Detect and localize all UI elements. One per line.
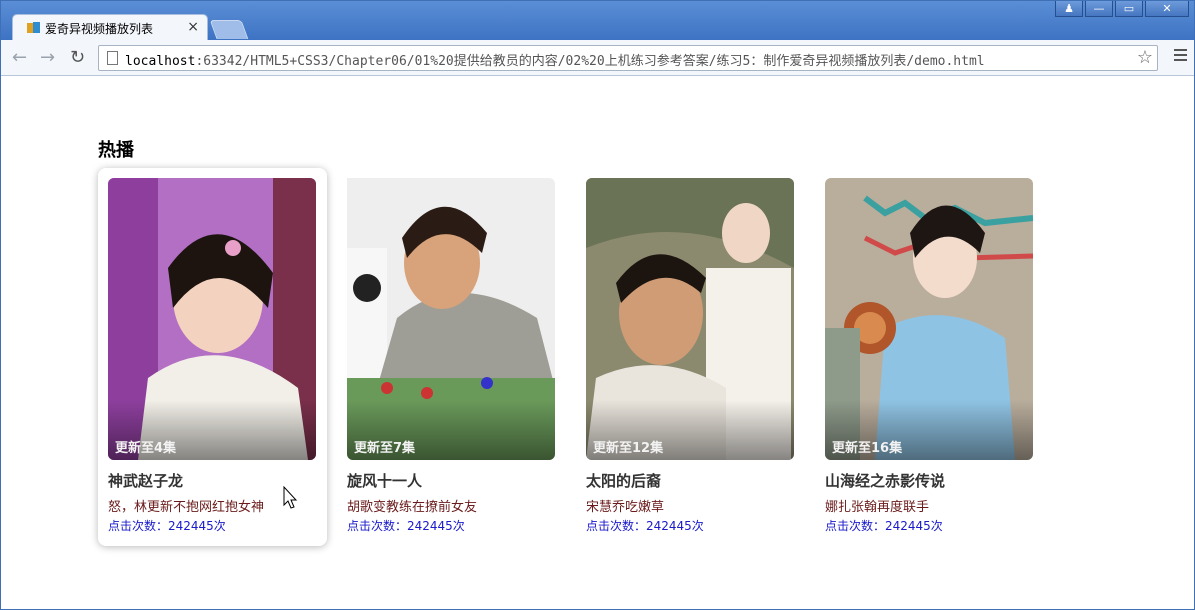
video-card[interactable]: 更新至16集 山海经之赤影传说 娜扎张翰再度联手 点击次数：242445次 [815, 168, 1044, 546]
section-title: 热播 [98, 140, 134, 161]
update-badge: 更新至4集 [115, 441, 177, 456]
user-icon[interactable]: ♟ [1055, 0, 1083, 17]
update-badge: 更新至16集 [832, 441, 903, 456]
minimize-button[interactable]: — [1085, 0, 1113, 17]
page-content: 热播 更新至4集 神武赵子龙 怒，林更新不抱网红抱女神 点击次数：242445次 [0, 76, 1195, 610]
video-title[interactable]: 旋风十一人 [347, 470, 556, 491]
tab-close-icon[interactable]: × [187, 19, 199, 35]
tab-title: 爱奇异视频播放列表 [45, 22, 154, 36]
video-card[interactable]: 更新至7集 旋风十一人 胡歌变教练在撩前女友 点击次数：242445次 [337, 168, 566, 546]
video-card[interactable]: 更新至12集 太阳的后裔 宋慧乔吃嫩草 点击次数：242445次 [576, 168, 805, 546]
click-count: 点击次数：242445次 [825, 519, 943, 533]
video-title[interactable]: 山海经之赤影传说 [825, 470, 1034, 491]
browser-toolbar: ← → ↻ localhost:63342/HTML5+CSS3/Chapter… [0, 40, 1195, 76]
browser-titlebar: 爱奇异视频播放列表 × ♟ — ▭ ✕ [0, 0, 1195, 40]
video-title[interactable]: 太阳的后裔 [586, 470, 795, 491]
video-description: 宋慧乔吃嫩草 [586, 500, 665, 515]
menu-icon[interactable] [1174, 49, 1187, 64]
new-tab-button[interactable] [209, 20, 249, 39]
url-text[interactable]: localhost:63342/HTML5+CSS3/Chapter06/01%… [125, 50, 985, 69]
close-window-button[interactable]: ✕ [1145, 0, 1189, 17]
update-badge: 更新至7集 [354, 441, 416, 456]
video-description: 胡歌变教练在撩前女友 [347, 500, 478, 515]
video-poster[interactable]: 更新至4集 [108, 178, 316, 460]
page-icon [107, 51, 118, 65]
video-poster[interactable]: 更新至12集 [586, 178, 794, 460]
window-controls: ♟ — ▭ ✕ [1053, 0, 1189, 18]
video-poster[interactable]: 更新至16集 [825, 178, 1033, 460]
click-count: 点击次数：242445次 [586, 519, 704, 533]
maximize-button[interactable]: ▭ [1115, 0, 1143, 17]
update-badge: 更新至12集 [593, 441, 664, 456]
back-arrow-icon[interactable]: ← [12, 48, 27, 68]
video-poster[interactable]: 更新至7集 [347, 178, 555, 460]
video-description: 娜扎张翰再度联手 [825, 500, 930, 515]
click-count: 点击次数：242445次 [347, 519, 465, 533]
address-bar[interactable]: localhost:63342/HTML5+CSS3/Chapter06/01%… [98, 45, 1158, 71]
reload-icon[interactable]: ↻ [70, 48, 85, 68]
browser-tab[interactable]: 爱奇异视频播放列表 × [12, 14, 208, 40]
forward-arrow-icon[interactable]: → [40, 48, 55, 68]
mouse-cursor-icon [283, 486, 298, 509]
app-favicon-icon [27, 22, 40, 33]
bookmark-star-icon[interactable]: ☆ [1137, 47, 1153, 68]
click-count: 点击次数：242445次 [108, 519, 226, 533]
